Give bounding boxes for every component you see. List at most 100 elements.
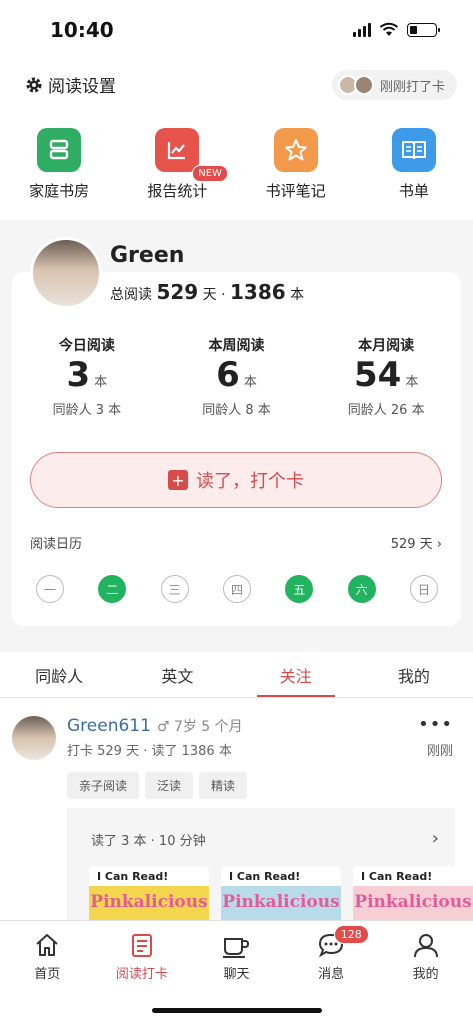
day-wed[interactable]: 三 xyxy=(160,575,189,603)
stats-row: 今日阅读 3本 同龄人 3 本 本周阅读 6本 同龄人 8 本 本月阅读 54 本… xyxy=(12,335,461,418)
stat-value: 54 xyxy=(354,355,402,395)
post-meta: 打卡 529 天 · 读了 1386 本 xyxy=(67,744,232,759)
record-summary: 读了 3 本 · 10 分钟 xyxy=(91,834,206,849)
stat-value: 3 xyxy=(66,355,91,395)
post-tags: 亲子阅读 泛读 精读 xyxy=(67,772,248,799)
stat-peer: 同龄人 8 本 xyxy=(202,403,271,418)
tab-english[interactable]: 英文 xyxy=(118,652,236,697)
stat-unit: 本 xyxy=(94,375,108,390)
book-list: I Can Read! Pinkalicious I Can Read! Pin… xyxy=(89,866,473,920)
checkin-pill-label: 刚刚打了卡 xyxy=(379,79,445,95)
tab-mine[interactable]: 我的 xyxy=(355,652,473,697)
stat-today: 今日阅读 3本 同龄人 3 本 xyxy=(12,335,162,418)
stat-peer: 同龄人 26 本 xyxy=(347,403,425,418)
nav-label: 阅读打卡 xyxy=(115,967,168,982)
new-badge: NEW xyxy=(192,165,228,182)
calendar-days-count: 529 天 xyxy=(390,537,433,552)
day-thu[interactable]: 四 xyxy=(222,575,251,603)
book-cover[interactable]: I Can Read! Pinkalicious xyxy=(221,866,341,920)
nav-label: 聊天 xyxy=(223,967,250,982)
total-prefix: 总阅读 xyxy=(110,287,152,303)
tag[interactable]: 泛读 xyxy=(145,772,194,799)
nav-label: 首页 xyxy=(34,967,61,982)
book-series: I Can Read! xyxy=(89,866,209,886)
book-icon xyxy=(391,128,436,172)
feature-review-notes[interactable]: 书评笔记 xyxy=(237,110,355,220)
day-sat[interactable]: 六 xyxy=(347,575,376,603)
book-title: Pinkalicious xyxy=(354,892,472,912)
book-title: Pinkalicious xyxy=(90,892,208,912)
feature-report-stats[interactable]: 报告统计 NEW xyxy=(118,110,236,220)
total-books: 1386 xyxy=(230,280,286,304)
status-bar: 10:40 xyxy=(0,0,473,60)
cell-signal-icon xyxy=(353,22,371,37)
checkin-button[interactable]: + 读了，打个卡 xyxy=(30,452,442,508)
total-reading-summary: 总阅读 529 天 · 1386 本 xyxy=(110,280,304,304)
nav-home[interactable]: 首页 xyxy=(0,921,95,1024)
nav-label: 我的 xyxy=(412,967,439,982)
feature-grid: 家庭书房 报告统计 NEW 书评笔记 书单 xyxy=(0,110,473,220)
avatar[interactable] xyxy=(12,716,56,760)
tab-peers[interactable]: 同龄人 xyxy=(0,652,118,697)
avatar xyxy=(353,75,374,95)
unread-badge: 128 xyxy=(333,925,369,944)
profile-name: Green xyxy=(110,243,185,268)
post-time: 刚刚 xyxy=(426,744,453,759)
battery-icon xyxy=(407,22,440,37)
stat-unit: 本 xyxy=(405,375,419,390)
feature-label: 书单 xyxy=(398,182,429,200)
days-unit: 天 xyxy=(202,287,217,303)
recent-checkin-pill[interactable]: 刚刚打了卡 xyxy=(331,70,457,100)
status-icons xyxy=(353,22,440,37)
wifi-icon xyxy=(379,22,399,36)
day-mon[interactable]: 一 xyxy=(36,575,64,603)
reading-settings-button[interactable]: 阅读设置 xyxy=(24,72,116,97)
clock: 10:40 xyxy=(50,18,114,42)
stat-month: 本月阅读 54 本 同龄人 26 本 xyxy=(311,335,461,418)
nav-me[interactable]: 我的 xyxy=(378,921,473,1024)
feed-tabs: 同龄人 英文 关注 我的 xyxy=(0,652,473,698)
book-title: Pinkalicious xyxy=(222,892,340,912)
settings-label: 阅读设置 xyxy=(48,77,116,97)
feature-book-list[interactable]: 书单 xyxy=(355,110,473,220)
profile-avatar[interactable] xyxy=(30,237,102,309)
feature-label: 家庭书房 xyxy=(29,182,90,200)
stat-label: 本月阅读 xyxy=(358,338,415,354)
day-sun[interactable]: 日 xyxy=(409,575,438,603)
more-icon[interactable]: ••• xyxy=(418,714,453,735)
reading-stats-card xyxy=(12,272,461,626)
book-cover[interactable]: I Can Read! Pinkalicious xyxy=(353,866,473,920)
tag[interactable]: 亲子阅读 xyxy=(67,772,140,799)
nav-label: 消息 xyxy=(318,967,345,982)
plus-icon: + xyxy=(168,470,188,490)
stat-label: 本周阅读 xyxy=(208,338,265,354)
total-days: 529 xyxy=(156,280,199,304)
calendar-days-link[interactable]: 529 天 › xyxy=(391,533,442,552)
home-indicator xyxy=(152,1008,322,1013)
star-icon xyxy=(273,128,318,172)
day-tue[interactable]: 二 xyxy=(98,575,127,603)
post-user[interactable]: Green611 ♂ 7岁 5 个月 xyxy=(67,716,243,736)
stat-unit: 本 xyxy=(243,375,257,390)
book-cover[interactable]: I Can Read! Pinkalicious xyxy=(89,866,209,920)
post-age: ♂ 7岁 5 个月 xyxy=(156,719,243,735)
feature-family-library[interactable]: 家庭书房 xyxy=(0,110,118,220)
tab-following[interactable]: 关注 xyxy=(237,652,355,697)
reading-calendar-row[interactable]: 阅读日历 529 天 › xyxy=(30,533,442,552)
gear-icon xyxy=(26,77,42,92)
calendar-label: 阅读日历 xyxy=(30,537,83,552)
cup-icon xyxy=(223,938,250,958)
checkin-button-label: 读了，打个卡 xyxy=(196,471,304,492)
feature-label: 书评笔记 xyxy=(265,182,326,200)
person-icon xyxy=(413,934,438,958)
home-icon xyxy=(36,934,58,956)
reading-record[interactable]: 读了 3 本 · 10 分钟 › I Can Read! Pinkaliciou… xyxy=(67,808,473,920)
stat-value: 6 xyxy=(216,355,240,395)
top-bar: 阅读设置 刚刚打了卡 xyxy=(0,60,473,110)
post-username: Green611 xyxy=(67,716,151,736)
chevron-right-icon: › xyxy=(436,537,442,552)
stat-label: 今日阅读 xyxy=(58,338,115,354)
tag[interactable]: 精读 xyxy=(199,772,248,799)
feature-label: 报告统计 xyxy=(147,182,208,200)
day-fri[interactable]: 五 xyxy=(285,575,314,603)
